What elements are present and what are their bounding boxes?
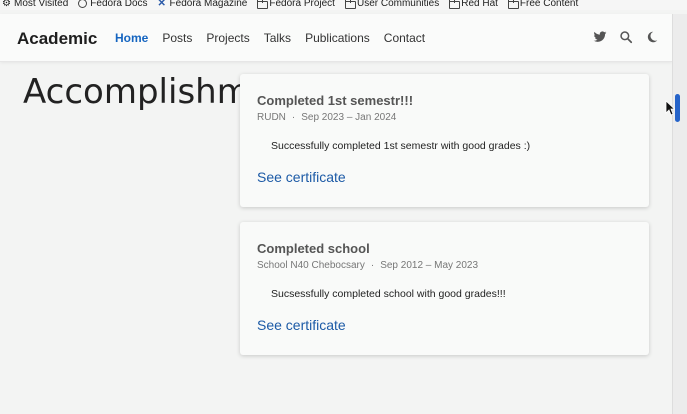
bookmark-label: Fedora Project [269, 0, 335, 9]
folder-icon [344, 0, 356, 9]
nav-link-home[interactable]: Home [115, 31, 148, 45]
nav-link-talks[interactable]: Talks [264, 31, 291, 45]
card-dates: Sep 2012 – May 2023 [380, 260, 479, 271]
section-title: Accomplishments [23, 72, 324, 112]
search-icon[interactable] [619, 30, 633, 44]
bookmark-fedora-project[interactable]: Fedora Project [257, 0, 335, 9]
card-title: Completed school [257, 241, 370, 256]
folder-icon [257, 0, 269, 9]
mouse-cursor-icon [665, 100, 675, 116]
see-certificate-link[interactable]: See certificate [257, 169, 346, 185]
bookmark-label: Free Content [519, 0, 579, 9]
bookmark-label: Red Hat [461, 0, 498, 9]
nav-links: Home Posts Projects Talks Publications C… [115, 31, 439, 45]
site-brand[interactable]: Academic [17, 29, 97, 49]
twitter-icon[interactable] [593, 30, 607, 44]
card-org: RUDN [257, 112, 286, 123]
dark-mode-icon[interactable] [645, 30, 659, 44]
card-meta: School N40 Chebocsary · Sep 2012 – May 202… [257, 260, 479, 271]
nav-link-publications[interactable]: Publications [305, 31, 370, 45]
folder-icon [449, 0, 461, 9]
bookmark-label: Fedora Magazine [169, 0, 248, 9]
see-certificate-link[interactable]: See certificate [257, 317, 346, 333]
gear-icon: ⚙ [2, 0, 11, 9]
nav-icons [593, 30, 659, 44]
bookmark-red-hat[interactable]: Red Hat [449, 0, 498, 9]
accomplishment-card: Completed school School N40 Chebocsary · S… [240, 222, 649, 355]
scrollbar-thumb[interactable] [675, 94, 680, 122]
bookmark-label: User Communities [356, 0, 440, 9]
card-description: Successfully completed 1st semestr with … [271, 140, 531, 152]
bookmark-user-communities[interactable]: User Communities [344, 0, 440, 9]
globe-icon [78, 0, 88, 8]
card-dates: Sep 2023 – Jan 2024 [301, 112, 397, 123]
bookmark-free-content[interactable]: Free Content [507, 0, 579, 9]
bookmark-label: Most Visited [14, 0, 69, 9]
card-meta: RUDN · Sep 2023 – Jan 2024 [257, 112, 397, 123]
card-title: Completed 1st semestr!!! [257, 93, 414, 108]
folder-icon [507, 0, 519, 9]
nav-link-projects[interactable]: Projects [206, 31, 249, 45]
page-scrollbar[interactable] [672, 14, 687, 414]
bookmarks-toolbar: ⚙ Most Visited Fedora Docs ✕ Fedora Maga… [0, 0, 687, 10]
bookmark-label: Fedora Docs [90, 0, 148, 9]
nav-link-posts[interactable]: Posts [162, 31, 192, 45]
card-org: School N40 Chebocsary [257, 260, 365, 271]
bookmark-most-visited[interactable]: ⚙ Most Visited [2, 0, 69, 9]
site-navbar: Academic Home Posts Projects Talks Publi… [0, 14, 672, 62]
bookmark-fedora-magazine[interactable]: ✕ Fedora Magazine [157, 0, 248, 9]
nav-link-contact[interactable]: Contact [384, 31, 425, 45]
magazine-icon: ✕ [157, 0, 166, 9]
bookmark-fedora-docs[interactable]: Fedora Docs [78, 0, 148, 9]
card-description: Sucsessfully completed school with good … [271, 288, 506, 300]
accomplishment-card: Completed 1st semestr!!! RUDN · Sep 2023 –… [240, 74, 649, 207]
